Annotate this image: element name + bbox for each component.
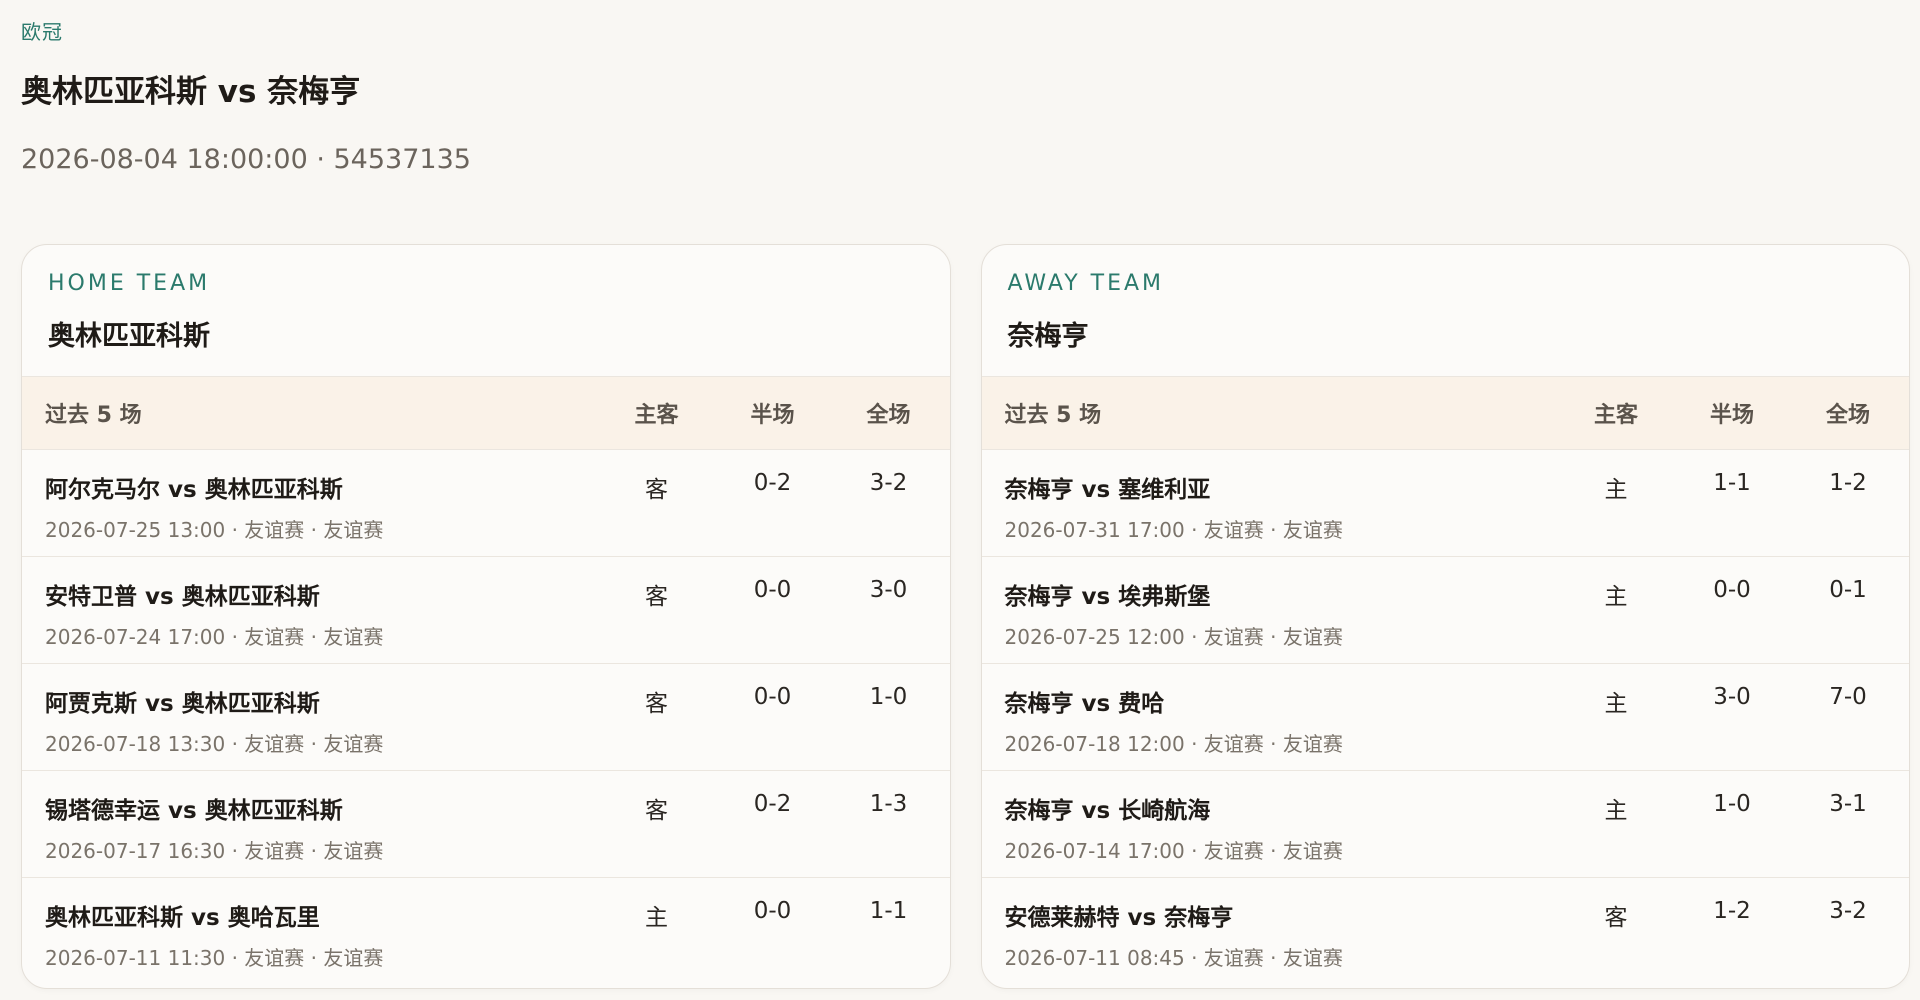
venue-cell: 主	[1604, 584, 1628, 610]
match-subtitle: 2026-07-25 13:00 · 友谊赛 · 友谊赛	[45, 518, 384, 542]
venue-cell: 主	[1604, 798, 1628, 824]
match-cell: 安德莱赫特 vs 奈梅亨 2026-07-11 08:45 · 友谊赛 · 友谊…	[982, 878, 1559, 971]
home-team-panel: HOME TEAM 奥林匹亚科斯 过去 5 场 主客 半场 全场 阿尔克马尔 v…	[21, 244, 951, 989]
half-time-score: 0-2	[753, 470, 792, 496]
column-header-past: 过去 5 场	[1004, 403, 1102, 428]
table-header: 过去 5 场 主客 半场 全场	[22, 377, 950, 450]
full-time-score: 3-2	[1829, 898, 1867, 924]
table-row[interactable]: 阿尔克马尔 vs 奥林匹亚科斯 2026-07-25 13:00 · 友谊赛 ·…	[22, 450, 950, 557]
match-subtitle: 2026-07-31 17:00 · 友谊赛 · 友谊赛	[1004, 518, 1343, 542]
full-time-score: 1-1	[869, 898, 908, 924]
full-time-score: 0-1	[1829, 577, 1867, 603]
match-page: 欧冠 奥林匹亚科斯 vs 奈梅亨 2026-08-04 18:00:00 · 5…	[0, 0, 1920, 1000]
match-cell: 阿尔克马尔 vs 奥林匹亚科斯 2026-07-25 13:00 · 友谊赛 ·…	[22, 450, 599, 543]
match-cell: 奈梅亨 vs 塞维利亚 2026-07-31 17:00 · 友谊赛 · 友谊赛	[982, 450, 1559, 543]
match-title: 奈梅亨 vs 费哈	[1004, 691, 1165, 717]
table-row[interactable]: 阿贾克斯 vs 奥林匹亚科斯 2026-07-18 13:30 · 友谊赛 · …	[22, 664, 950, 771]
full-time-score: 1-2	[1829, 470, 1867, 496]
match-subtitle: 2026-07-24 17:00 · 友谊赛 · 友谊赛	[45, 625, 384, 649]
match-subtitle: 2026-07-18 13:30 · 友谊赛 · 友谊赛	[45, 732, 384, 756]
match-meta: 2026-08-04 18:00:00 · 54537135	[21, 144, 471, 175]
league-label[interactable]: 欧冠	[21, 16, 63, 45]
venue-cell: 客	[645, 798, 668, 824]
panel-kicker: HOME TEAM	[48, 271, 211, 296]
away-team-panel: AWAY TEAM 奈梅亨 过去 5 场 主客 半场 全场 奈梅亨 vs 塞维利…	[980, 244, 1910, 989]
half-time-score: 0-2	[753, 791, 792, 817]
match-title: 安特卫普 vs 奥林匹亚科斯	[45, 584, 320, 610]
half-time-score: 0-0	[1713, 577, 1751, 603]
table-row[interactable]: 奈梅亨 vs 长崎航海 2026-07-14 17:00 · 友谊赛 · 友谊赛…	[981, 771, 1909, 878]
column-header-venue: 主客	[634, 403, 679, 428]
match-list: 阿尔克马尔 vs 奥林匹亚科斯 2026-07-25 13:00 · 友谊赛 ·…	[22, 450, 950, 988]
match-list: 奈梅亨 vs 塞维利亚 2026-07-31 17:00 · 友谊赛 · 友谊赛…	[981, 450, 1910, 988]
half-time-score: 0-0	[753, 577, 792, 603]
full-time-score: 3-2	[869, 470, 908, 496]
teams-panels: HOME TEAM 奥林匹亚科斯 过去 5 场 主客 半场 全场 阿尔克马尔 v…	[21, 244, 1910, 989]
half-time-score: 1-2	[1713, 898, 1751, 924]
match-cell: 奈梅亨 vs 费哈 2026-07-18 12:00 · 友谊赛 · 友谊赛	[982, 664, 1559, 757]
match-title: 奈梅亨 vs 塞维利亚	[1004, 477, 1211, 503]
half-time-score: 3-0	[1713, 684, 1751, 710]
table-header: 过去 5 场 主客 半场 全场	[981, 377, 1909, 450]
column-header-half: 半场	[1709, 403, 1754, 428]
match-title: 奈梅亨 vs 埃弗斯堡	[1004, 584, 1211, 610]
full-time-score: 3-1	[1829, 791, 1867, 817]
match-subtitle: 2026-07-11 11:30 · 友谊赛 · 友谊赛	[45, 946, 384, 970]
column-header-full: 全场	[1825, 403, 1870, 428]
table-row[interactable]: 安德莱赫特 vs 奈梅亨 2026-07-11 08:45 · 友谊赛 · 友谊…	[982, 878, 1910, 985]
panel-team-name: 奈梅亨	[1007, 321, 1089, 352]
full-time-score: 1-3	[869, 791, 908, 817]
match-subtitle: 2026-07-11 08:45 · 友谊赛 · 友谊赛	[1004, 946, 1343, 970]
match-title: 锡塔德幸运 vs 奥林匹亚科斯	[45, 798, 343, 824]
match-cell: 锡塔德幸运 vs 奥林匹亚科斯 2026-07-17 16:30 · 友谊赛 ·…	[22, 771, 599, 864]
panel-header: HOME TEAM 奥林匹亚科斯	[22, 245, 950, 377]
match-subtitle: 2026-07-17 16:30 · 友谊赛 · 友谊赛	[45, 839, 384, 863]
column-header-half: 半场	[750, 403, 795, 428]
match-cell: 奥林匹亚科斯 vs 奥哈瓦里 2026-07-11 11:30 · 友谊赛 · …	[22, 878, 599, 971]
venue-cell: 主	[645, 905, 668, 931]
table-row[interactable]: 安特卫普 vs 奥林匹亚科斯 2026-07-24 17:00 · 友谊赛 · …	[22, 557, 950, 664]
half-time-score: 1-0	[1713, 791, 1751, 817]
half-time-score: 1-1	[1713, 470, 1751, 496]
full-time-score: 1-0	[869, 684, 908, 710]
half-time-score: 0-0	[753, 898, 792, 924]
column-header-venue: 主客	[1593, 403, 1638, 428]
full-time-score: 3-0	[869, 577, 908, 603]
match-cell: 奈梅亨 vs 埃弗斯堡 2026-07-25 12:00 · 友谊赛 · 友谊赛	[982, 557, 1559, 650]
match-title: 奥林匹亚科斯 vs 奈梅亨	[21, 74, 361, 110]
match-title: 阿贾克斯 vs 奥林匹亚科斯	[45, 691, 320, 717]
panel-header: AWAY TEAM 奈梅亨	[981, 245, 1909, 377]
match-title: 阿尔克马尔 vs 奥林匹亚科斯	[45, 477, 343, 503]
panel-kicker: AWAY TEAM	[1007, 271, 1165, 296]
half-time-score: 0-0	[753, 684, 792, 710]
column-header-past: 过去 5 场	[45, 403, 142, 428]
column-header-full: 全场	[866, 403, 911, 428]
venue-cell: 客	[645, 477, 668, 503]
match-subtitle: 2026-07-18 12:00 · 友谊赛 · 友谊赛	[1004, 732, 1343, 756]
match-title: 奥林匹亚科斯 vs 奥哈瓦里	[45, 905, 320, 931]
panel-team-name: 奥林匹亚科斯	[48, 321, 210, 352]
match-cell: 奈梅亨 vs 长崎航海 2026-07-14 17:00 · 友谊赛 · 友谊赛	[982, 771, 1559, 864]
match-cell: 安特卫普 vs 奥林匹亚科斯 2026-07-24 17:00 · 友谊赛 · …	[22, 557, 599, 650]
venue-cell: 客	[645, 584, 668, 610]
venue-cell: 主	[1604, 477, 1628, 503]
full-time-score: 7-0	[1829, 684, 1867, 710]
table-row[interactable]: 奈梅亨 vs 费哈 2026-07-18 12:00 · 友谊赛 · 友谊赛 主…	[981, 664, 1909, 771]
match-cell: 阿贾克斯 vs 奥林匹亚科斯 2026-07-18 13:30 · 友谊赛 · …	[22, 664, 599, 757]
match-subtitle: 2026-07-25 12:00 · 友谊赛 · 友谊赛	[1004, 625, 1343, 649]
venue-cell: 主	[1604, 691, 1628, 717]
match-title: 奈梅亨 vs 长崎航海	[1004, 798, 1211, 824]
match-subtitle: 2026-07-14 17:00 · 友谊赛 · 友谊赛	[1004, 839, 1343, 863]
table-row[interactable]: 奈梅亨 vs 塞维利亚 2026-07-31 17:00 · 友谊赛 · 友谊赛…	[981, 450, 1909, 557]
venue-cell: 客	[645, 691, 668, 717]
venue-cell: 客	[1604, 905, 1628, 931]
table-row[interactable]: 奈梅亨 vs 埃弗斯堡 2026-07-25 12:00 · 友谊赛 · 友谊赛…	[981, 557, 1909, 664]
match-title: 安德莱赫特 vs 奈梅亨	[1004, 905, 1234, 931]
table-row[interactable]: 奥林匹亚科斯 vs 奥哈瓦里 2026-07-11 11:30 · 友谊赛 · …	[22, 878, 950, 985]
table-row[interactable]: 锡塔德幸运 vs 奥林匹亚科斯 2026-07-17 16:30 · 友谊赛 ·…	[22, 771, 950, 878]
